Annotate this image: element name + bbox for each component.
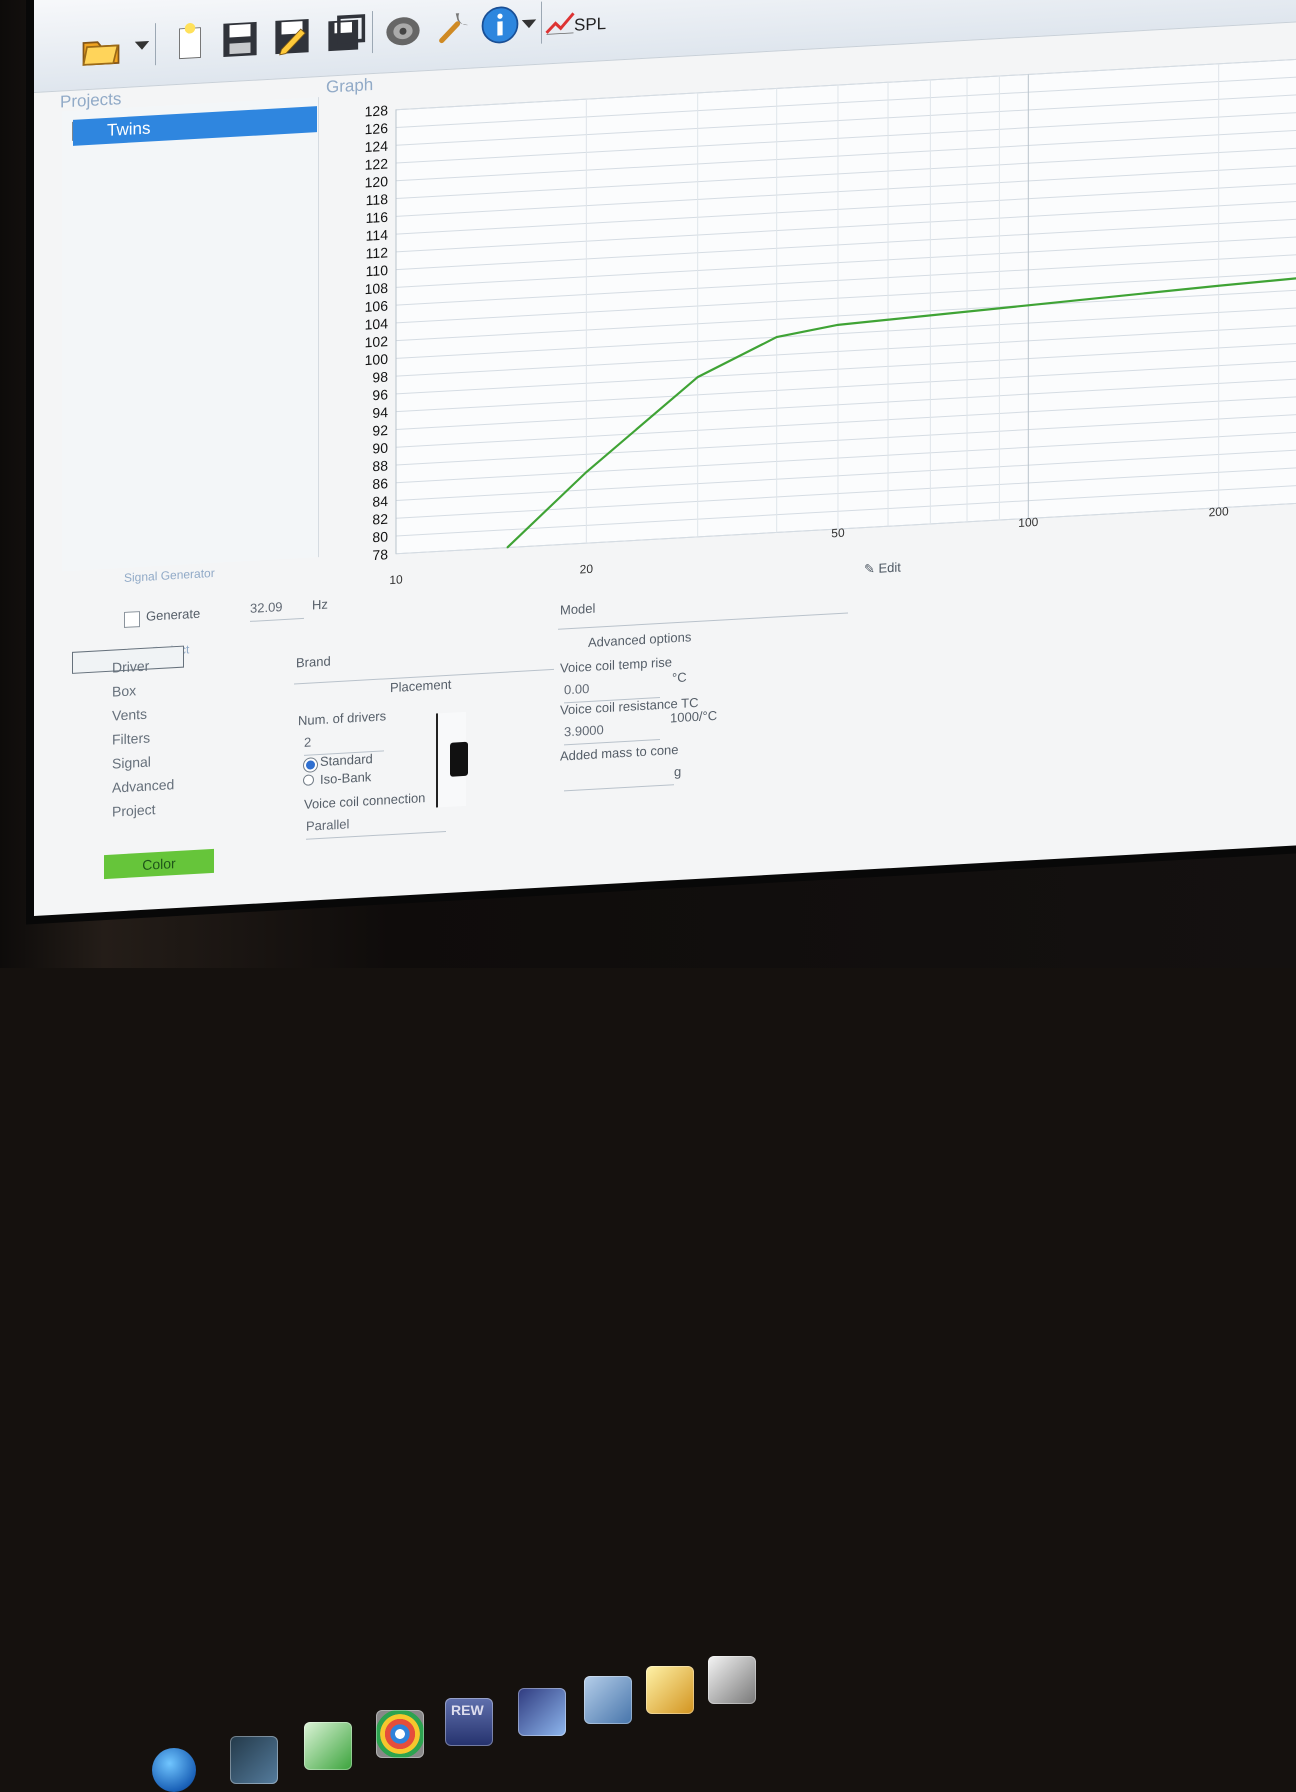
x-tick-label: 100 <box>1018 515 1038 530</box>
y-tick-label: 118 <box>366 191 389 208</box>
save-icon[interactable] <box>212 15 268 64</box>
model-input[interactable] <box>558 592 848 630</box>
y-tick-label: 92 <box>372 422 388 439</box>
rew-label: REW <box>451 1702 484 1718</box>
save-as-icon[interactable] <box>264 12 320 61</box>
standard-label: Standard <box>320 751 373 770</box>
y-tick-label: 128 <box>365 102 389 119</box>
voice-coil-connection-label: Voice coil connection <box>304 790 426 812</box>
y-tick-label: 112 <box>366 244 389 261</box>
added-mass-input[interactable] <box>564 764 674 792</box>
y-tick-label: 126 <box>365 120 389 137</box>
added-mass-unit: g <box>674 763 682 780</box>
edit-graph-button[interactable]: ✎ Edit <box>864 560 901 578</box>
speaker-app-icon[interactable] <box>708 1656 756 1704</box>
added-mass-label: Added mass to cone <box>560 741 679 764</box>
voice-coil-temp-rise-label: Voice coil temp rise <box>560 654 672 676</box>
driver-placement-icon <box>450 741 468 777</box>
iso-bank-radio[interactable] <box>304 775 313 785</box>
save-all-icon[interactable] <box>317 9 373 58</box>
y-tick-label: 100 <box>365 351 389 368</box>
voice-coil-resistance-tc-unit: 1000/°C <box>670 707 718 726</box>
spl-label[interactable]: SPL <box>574 14 606 36</box>
taskbar-app-icon[interactable] <box>230 1736 278 1784</box>
y-tick-label: 106 <box>365 298 389 315</box>
chart-plot-area <box>395 57 1296 555</box>
y-tick-label: 98 <box>372 369 388 386</box>
open-project-icon[interactable] <box>66 22 136 72</box>
y-tick-label: 122 <box>365 155 389 172</box>
chrome-icon[interactable] <box>376 1710 424 1758</box>
y-tick-label: 96 <box>372 386 388 403</box>
taskbar-app-icon[interactable] <box>304 1722 352 1770</box>
y-tick-label: 86 <box>372 475 388 492</box>
calculator-icon[interactable] <box>584 1676 632 1724</box>
y-tick-label: 102 <box>365 333 389 350</box>
x-tick-label: 200 <box>1209 504 1229 519</box>
standard-radio[interactable] <box>304 758 317 772</box>
y-tick-label: 116 <box>366 209 389 226</box>
x-tick-label: 20 <box>580 562 594 577</box>
y-tick-label: 80 <box>372 528 388 545</box>
y-tick-label: 82 <box>372 511 388 528</box>
iso-bank-label: Iso-Bank <box>320 769 372 788</box>
y-tick-label: 90 <box>372 440 388 457</box>
placement-label: Placement <box>390 676 452 696</box>
info-dropdown-icon[interactable] <box>517 0 541 47</box>
x-tick-label: 50 <box>831 526 845 541</box>
y-tick-label: 124 <box>365 138 389 155</box>
voice-coil-resistance-tc-input[interactable]: 3.9000 <box>564 719 660 746</box>
speaker-icon[interactable] <box>375 6 431 55</box>
new-project-icon[interactable] <box>162 18 218 67</box>
y-tick-label: 108 <box>365 280 389 297</box>
voice-coil-temp-rise-unit: °C <box>672 669 687 686</box>
application-window: SPL Projects Graph ✓ Twins 1281261241221… <box>34 0 1296 916</box>
advanced-options-label: Advanced options <box>588 629 692 651</box>
start-button[interactable] <box>152 1748 196 1792</box>
y-tick-label: 94 <box>372 404 388 421</box>
y-tick-label: 88 <box>372 457 388 474</box>
number-of-drivers-label: Num. of drivers <box>298 708 387 729</box>
y-tick-label: 104 <box>365 315 389 332</box>
spl-chart: 1281261241221201181161141121101081061041… <box>365 57 1296 587</box>
taskbar: REW <box>0 838 1296 1792</box>
spl-chart-icon[interactable] <box>542 0 578 46</box>
y-tick-label: 110 <box>366 262 389 279</box>
projects-panel <box>62 97 319 572</box>
desktop-screen: SPL Projects Graph ✓ Twins 1281261241221… <box>0 0 1296 1792</box>
folder-icon[interactable] <box>646 1666 694 1714</box>
y-tick-label: 78 <box>372 546 388 563</box>
x-tick-label: 10 <box>389 572 403 587</box>
y-tick-label: 114 <box>366 227 389 244</box>
signal-generator-title: Signal Generator <box>124 565 215 585</box>
y-tick-label: 84 <box>372 493 388 510</box>
y-tick-label: 120 <box>365 173 389 190</box>
rew-icon[interactable]: REW <box>445 1698 493 1746</box>
taskbar-app-icon[interactable] <box>518 1688 566 1736</box>
voice-coil-connection-select[interactable]: Parallel <box>306 810 446 840</box>
spl-graph: 128 126 124 122 120 118 116 114 112 110 108 106 104 1… <box>320 39 1296 596</box>
open-dropdown-icon[interactable] <box>130 21 154 68</box>
